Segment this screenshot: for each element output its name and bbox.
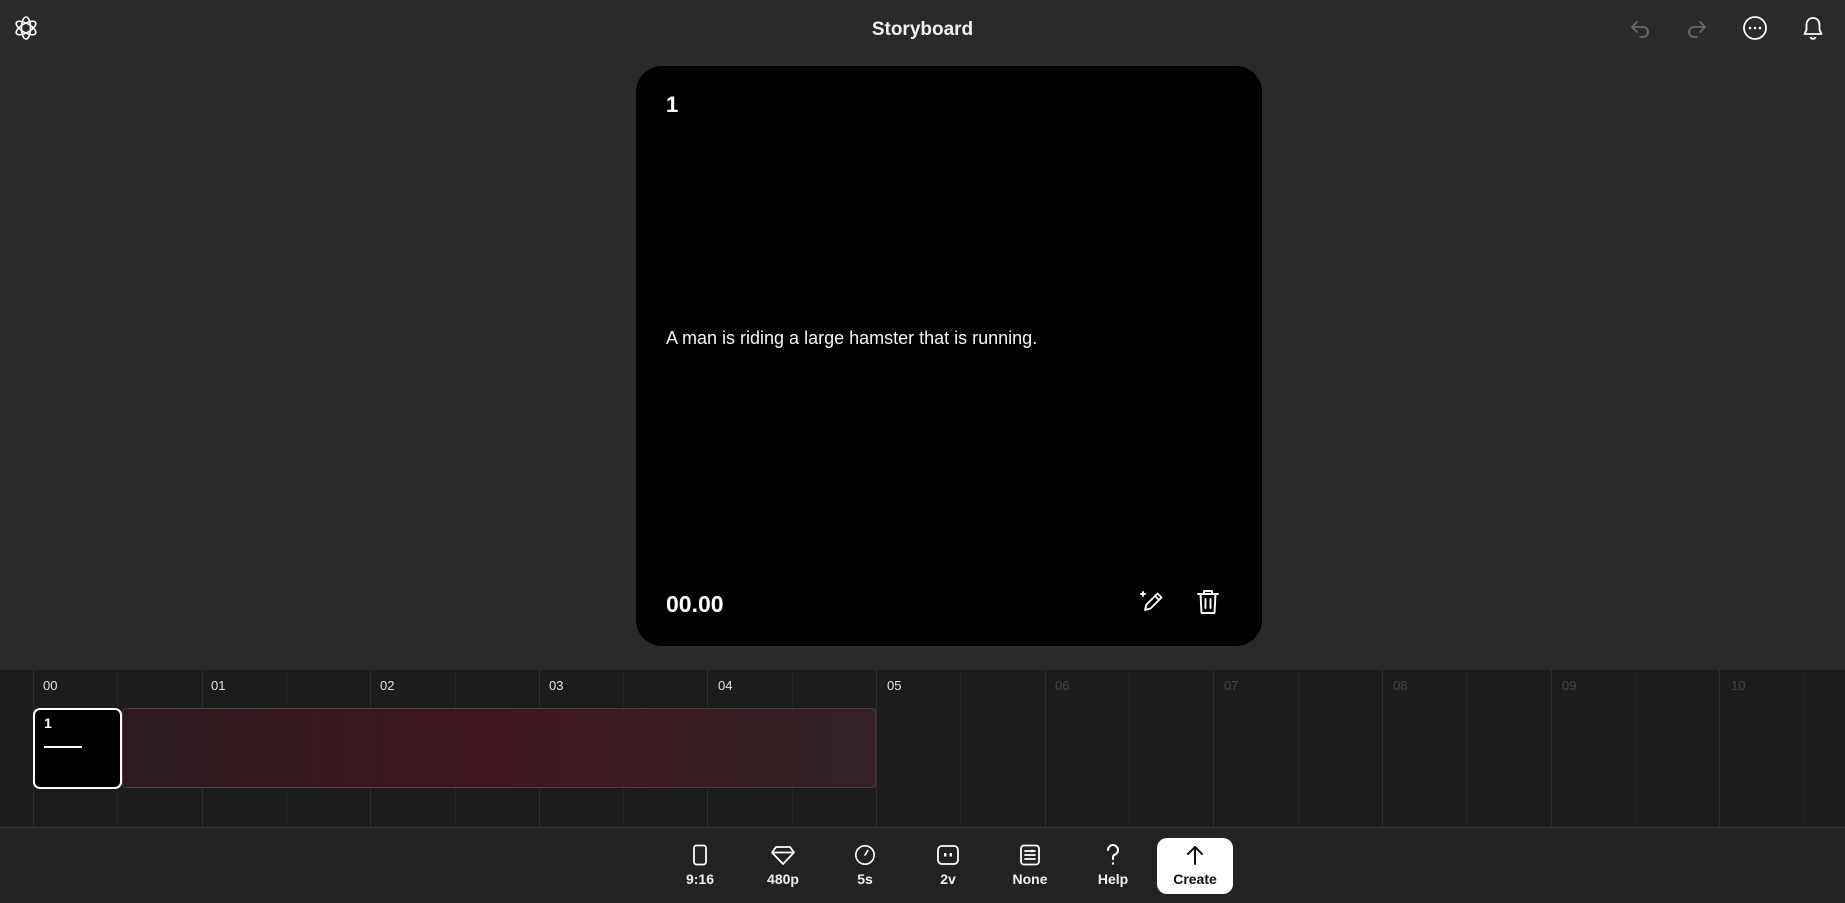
notifications-bell-icon[interactable] — [1799, 14, 1827, 42]
aspect-ratio-button[interactable]: 9:16 — [662, 838, 738, 894]
variations-label: 2v — [940, 871, 956, 887]
duration-button[interactable]: 5s — [827, 838, 903, 894]
timeline-label: 05 — [887, 678, 902, 693]
quality-label: 480p — [767, 871, 799, 887]
help-label: Help — [1097, 871, 1129, 887]
upload-arrow-icon — [1187, 846, 1203, 865]
card-number: 1 — [666, 92, 679, 117]
more-options-icon[interactable] — [1741, 14, 1769, 42]
card-timestamp: 00.00 — [666, 591, 724, 617]
card-prompt-text[interactable]: A man is riding a large hamster that is … — [666, 328, 1037, 349]
preset-icon — [1020, 844, 1040, 866]
delete-trash-icon[interactable] — [1192, 586, 1224, 618]
duration-label: 5s — [857, 871, 873, 887]
aspect-ratio-label: 9:16 — [685, 871, 715, 887]
timeline-label: 00 — [43, 678, 58, 693]
timeline-label: 07 — [1224, 678, 1239, 693]
timeline-label: 02 — [380, 678, 395, 693]
timeline-clip-track[interactable] — [122, 708, 876, 788]
timeline-label: 01 — [211, 678, 226, 693]
preset-label: None — [1012, 871, 1048, 887]
clip-number: 1 — [44, 715, 52, 731]
quality-button[interactable]: 480p — [745, 838, 821, 894]
page-title: Storyboard — [871, 19, 974, 40]
clock-duration-icon — [855, 845, 875, 865]
top-bar: Storyboard — [0, 0, 1845, 60]
timeline-clip-thumbnail[interactable]: 1 — [33, 708, 122, 789]
timeline-label: 09 — [1562, 678, 1577, 693]
timeline[interactable]: 00 01 02 03 04 05 06 07 08 09 10 1 — [0, 670, 1845, 827]
help-icon — [1107, 844, 1119, 865]
timeline-label: 10 — [1731, 678, 1746, 693]
storyboard-card[interactable] — [636, 66, 1262, 646]
undo-icon[interactable] — [1626, 14, 1654, 42]
aspect-ratio-icon — [693, 844, 707, 866]
timeline-label: 08 — [1393, 678, 1408, 693]
help-button[interactable]: Help — [1075, 838, 1151, 894]
variations-icon — [937, 845, 959, 865]
variations-button[interactable]: 2v — [910, 838, 986, 894]
preset-button[interactable]: None — [992, 838, 1068, 894]
diamond-quality-icon — [771, 846, 795, 865]
create-label: Create — [1173, 871, 1217, 887]
clip-divider — [44, 746, 82, 748]
redo-icon[interactable] — [1683, 14, 1711, 42]
edit-pencil-icon[interactable] — [1137, 586, 1169, 618]
timeline-label: 04 — [718, 678, 733, 693]
timeline-label: 03 — [549, 678, 564, 693]
timeline-label: 06 — [1055, 678, 1070, 693]
bottom-toolbar: 9:16 480p 5s 2v None Help Create — [0, 827, 1845, 903]
create-button[interactable]: Create — [1157, 838, 1233, 894]
